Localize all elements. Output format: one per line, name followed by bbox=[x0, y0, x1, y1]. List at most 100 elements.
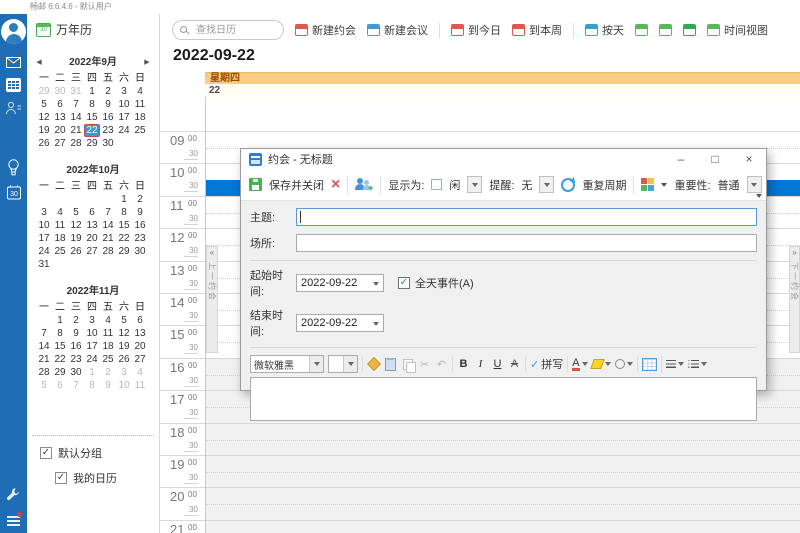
invite-attendees-button[interactable]: + bbox=[355, 178, 373, 192]
mini-cal-day[interactable]: 8 bbox=[116, 206, 132, 219]
search-input[interactable] bbox=[194, 24, 276, 37]
time-slot-row[interactable]: 180030 bbox=[160, 423, 800, 455]
mini-cal-day[interactable]: 9 bbox=[100, 98, 116, 111]
font-size-select[interactable] bbox=[328, 355, 358, 373]
mini-cal-day[interactable]: 6 bbox=[132, 314, 148, 327]
mini-cal-day[interactable]: 23 bbox=[100, 124, 116, 137]
mini-cal-day[interactable]: 13 bbox=[52, 111, 68, 124]
mini-cal-day[interactable]: 2 bbox=[68, 314, 84, 327]
mini-cal-day[interactable]: 21 bbox=[36, 353, 52, 366]
mail-icon[interactable] bbox=[6, 57, 21, 68]
mini-cal-day[interactable]: 3 bbox=[116, 85, 132, 98]
mini-cal-day[interactable]: 24 bbox=[36, 245, 52, 258]
mini-cal-day[interactable]: 11 bbox=[132, 98, 148, 111]
mini-cal-day[interactable]: 29 bbox=[84, 137, 100, 150]
mini-cal-day[interactable]: 4 bbox=[52, 206, 68, 219]
mini-cal-day[interactable]: 20 bbox=[52, 124, 68, 137]
align-button[interactable] bbox=[666, 356, 684, 372]
delete-button[interactable]: × bbox=[331, 177, 340, 193]
mini-cal-day[interactable]: 9 bbox=[100, 379, 116, 392]
mini-cal-day[interactable]: 26 bbox=[116, 353, 132, 366]
selected-day[interactable]: 22 bbox=[84, 124, 100, 137]
mini-cal-day[interactable]: 16 bbox=[100, 111, 116, 124]
mini-cal-day[interactable]: 5 bbox=[68, 206, 84, 219]
mini-cal-day[interactable]: 19 bbox=[68, 232, 84, 245]
mini-cal-day[interactable]: 15 bbox=[52, 340, 68, 353]
calendar-grid-icon[interactable] bbox=[6, 78, 21, 92]
mini-cal-day[interactable]: 8 bbox=[52, 327, 68, 340]
mini-cal-day[interactable]: 22 bbox=[52, 353, 68, 366]
mini-cal-day[interactable]: 1 bbox=[84, 85, 100, 98]
show-as-dropdown[interactable] bbox=[467, 176, 482, 193]
mini-cal-day[interactable]: 26 bbox=[36, 137, 52, 150]
time-slot-row[interactable]: 190030 bbox=[160, 455, 800, 487]
new-meeting-button[interactable]: 新建会议 bbox=[367, 22, 428, 38]
avatar[interactable] bbox=[1, 19, 26, 44]
mini-cal-day[interactable]: 10 bbox=[116, 379, 132, 392]
settings-icon[interactable] bbox=[6, 487, 21, 502]
mini-cal-day[interactable]: 7 bbox=[68, 379, 84, 392]
mini-cal-day[interactable]: 2 bbox=[100, 85, 116, 98]
mini-cal-day[interactable]: 7 bbox=[100, 206, 116, 219]
mini-cal-day[interactable]: 29 bbox=[116, 245, 132, 258]
go-this-week-button[interactable]: 到本周 bbox=[512, 22, 562, 38]
mini-cal-day[interactable]: 11 bbox=[52, 219, 68, 232]
mini-cal-day[interactable]: 7 bbox=[68, 98, 84, 111]
mini-cal-day[interactable]: 4 bbox=[132, 85, 148, 98]
cut-button[interactable]: ✂ bbox=[418, 356, 431, 372]
mini-cal-day[interactable]: 8 bbox=[84, 379, 100, 392]
contacts-icon[interactable] bbox=[5, 101, 22, 115]
mini-cal-day[interactable]: 10 bbox=[116, 98, 132, 111]
highlight-button[interactable] bbox=[592, 356, 611, 372]
bold-button[interactable]: B bbox=[457, 356, 470, 372]
mini-cal-day[interactable]: 14 bbox=[68, 111, 84, 124]
mini-cal-day[interactable]: 6 bbox=[52, 98, 68, 111]
location-input[interactable] bbox=[296, 234, 757, 252]
mini-cal-day[interactable]: 14 bbox=[100, 219, 116, 232]
perpetual-calendar-icon[interactable]: 30 bbox=[7, 185, 21, 200]
mini-cal-day[interactable]: 30 bbox=[132, 245, 148, 258]
mini-cal-day[interactable]: 29 bbox=[52, 366, 68, 379]
balloon-icon[interactable] bbox=[7, 159, 20, 176]
mini-cal-day[interactable]: 6 bbox=[84, 206, 100, 219]
mini-cal-day[interactable]: 29 bbox=[36, 85, 52, 98]
font-color-button[interactable]: A bbox=[572, 356, 587, 372]
mini-cal-day[interactable]: 21 bbox=[100, 232, 116, 245]
save-and-close-button[interactable]: 保存并关闭 bbox=[269, 177, 324, 193]
mini-cal-day[interactable]: 9 bbox=[68, 327, 84, 340]
mini-cal-day[interactable]: 10 bbox=[84, 327, 100, 340]
mini-cal-day[interactable]: 13 bbox=[84, 219, 100, 232]
mini-cal-day[interactable]: 16 bbox=[132, 219, 148, 232]
maximize-button[interactable]: □ bbox=[706, 149, 724, 169]
new-appointment-button[interactable]: 新建约会 bbox=[295, 22, 356, 38]
mini-cal-day[interactable]: 9 bbox=[132, 206, 148, 219]
mini-cal-day[interactable]: 25 bbox=[100, 353, 116, 366]
mini-cal-day[interactable]: 18 bbox=[52, 232, 68, 245]
mini-cal-day[interactable]: 4 bbox=[100, 314, 116, 327]
recurrence-button[interactable]: 重复周期 bbox=[582, 177, 626, 193]
close-button[interactable]: × bbox=[740, 149, 758, 169]
mini-cal-day[interactable]: 27 bbox=[52, 137, 68, 150]
month-view-button[interactable] bbox=[683, 24, 696, 36]
next-month-button[interactable]: ▶ bbox=[142, 56, 152, 70]
all-day-checkbox[interactable]: ✓ bbox=[398, 277, 410, 289]
mini-cal-day[interactable]: 3 bbox=[36, 206, 52, 219]
calendar-group-item[interactable]: ✓我的日历 bbox=[55, 470, 154, 486]
search-calendar-box[interactable] bbox=[172, 20, 284, 40]
mini-cal-day[interactable]: 25 bbox=[132, 124, 148, 137]
mini-cal-day[interactable]: 16 bbox=[68, 340, 84, 353]
time-slot-row[interactable]: 210030 bbox=[160, 520, 800, 533]
mini-cal-day[interactable]: 21 bbox=[68, 124, 84, 137]
mini-cal-day[interactable]: 19 bbox=[116, 340, 132, 353]
mini-cal-day[interactable]: 25 bbox=[52, 245, 68, 258]
calendar-group-item[interactable]: ✓默认分组 bbox=[40, 445, 154, 461]
mini-cal-day[interactable]: 17 bbox=[116, 111, 132, 124]
copy-button[interactable] bbox=[401, 356, 414, 372]
paste-button[interactable] bbox=[384, 356, 397, 372]
mini-cal-day[interactable]: 26 bbox=[68, 245, 84, 258]
mini-cal-day[interactable]: 1 bbox=[52, 314, 68, 327]
mini-cal-day[interactable]: 23 bbox=[68, 353, 84, 366]
mini-cal-day[interactable]: 18 bbox=[100, 340, 116, 353]
mini-cal-day[interactable]: 14 bbox=[36, 340, 52, 353]
mini-cal-day[interactable]: 12 bbox=[116, 327, 132, 340]
